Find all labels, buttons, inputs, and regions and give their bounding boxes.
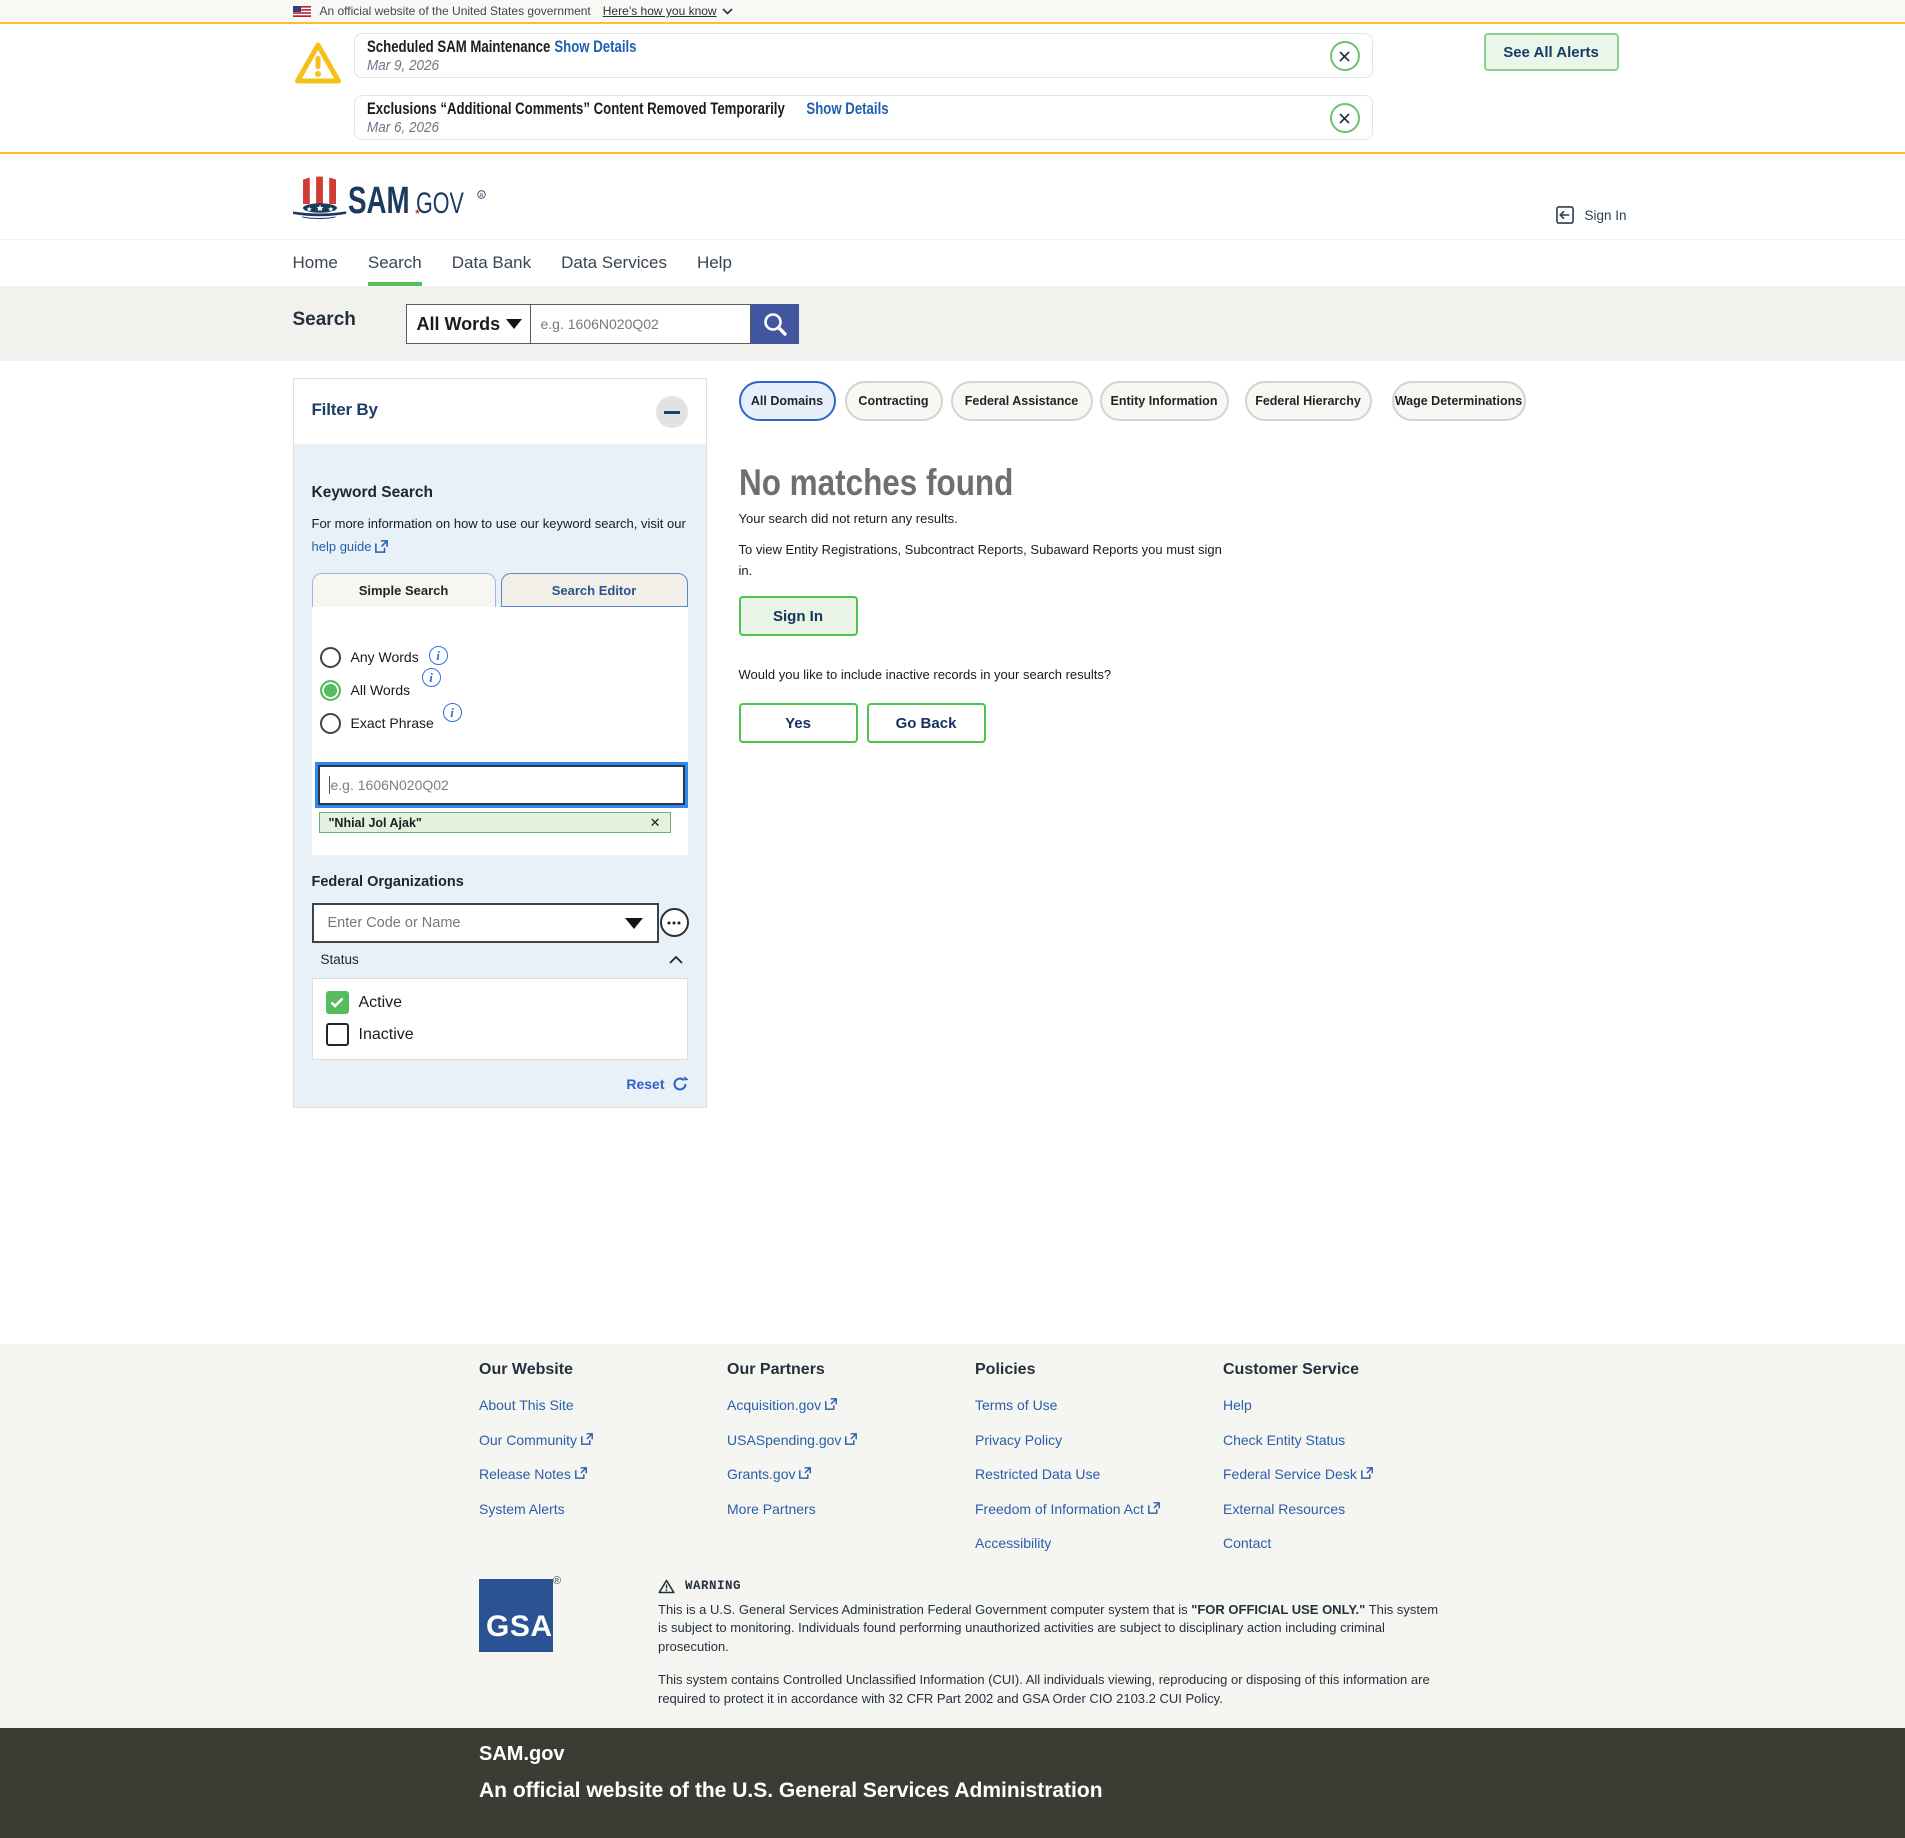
- svg-text:R: R: [479, 193, 483, 199]
- svg-text:GOV: GOV: [416, 188, 464, 219]
- svg-text:SAM: SAM: [348, 180, 410, 219]
